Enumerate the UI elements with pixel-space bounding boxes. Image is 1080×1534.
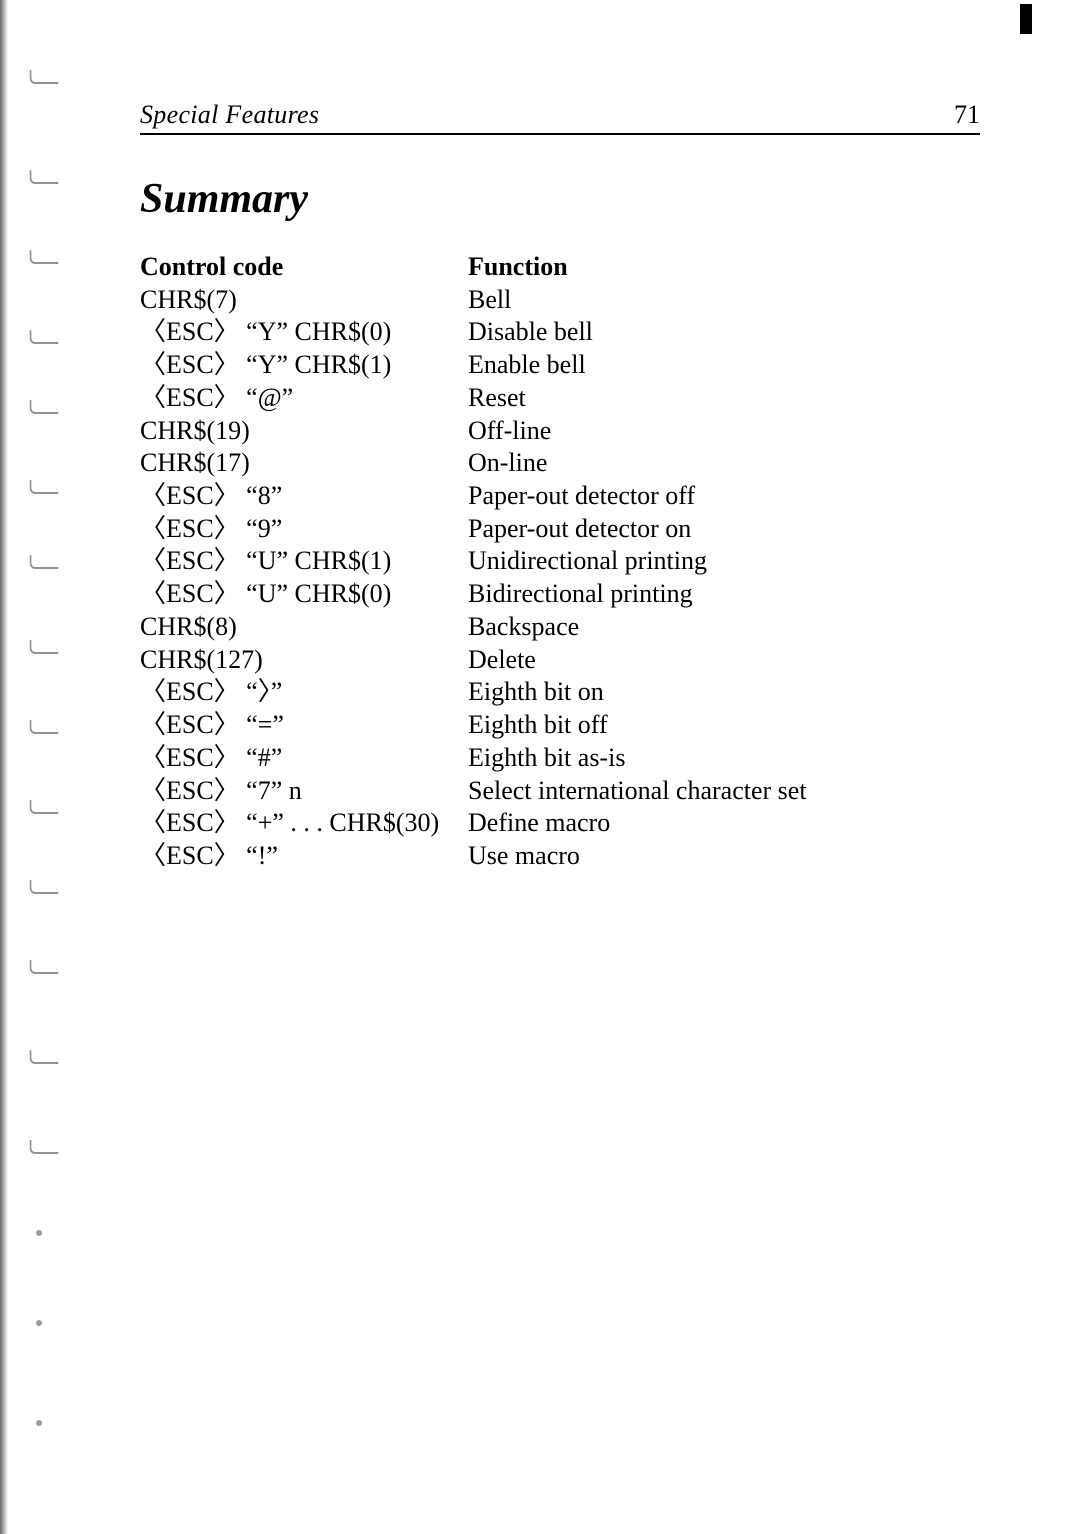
binding-mark: [30, 640, 59, 654]
binding-mark: [30, 250, 59, 264]
code-cell: 〈ESC〉 “!”: [140, 840, 450, 872]
scan-artifact-binding-edge: [0, 0, 8, 1534]
code-cell: CHR$(127): [140, 644, 450, 676]
code-cell: 〈ESC〉 “=”: [140, 709, 450, 741]
binding-mark: [30, 170, 59, 184]
scan-artifact-top-right: [1020, 4, 1032, 34]
binding-mark: [30, 400, 59, 414]
func-cell: Enable bell: [468, 349, 980, 381]
func-cell: Delete: [468, 644, 980, 676]
page: Special Features 71 Summary Control code…: [0, 0, 1080, 1534]
func-cell: Paper-out detector on: [468, 513, 980, 545]
func-cell: Bell: [468, 284, 980, 316]
code-cell: 〈ESC〉 “9”: [140, 513, 450, 545]
code-cell: CHR$(17): [140, 447, 450, 479]
code-cell: 〈ESC〉 “U” CHR$(0): [140, 578, 450, 610]
code-cell: 〈ESC〉 “Y” CHR$(1): [140, 349, 450, 381]
binding-mark: [30, 330, 59, 344]
code-cell: 〈ESC〉 “8”: [140, 480, 450, 512]
code-cell: CHR$(8): [140, 611, 450, 643]
header-section: Special Features: [140, 100, 319, 130]
binding-mark: [30, 800, 59, 814]
binding-mark: [30, 880, 59, 894]
summary-table: Control code Function CHR$(7) Bell 〈ESC〉…: [140, 251, 980, 872]
binding-mark: [30, 70, 59, 84]
code-cell: 〈ESC〉 “U” CHR$(1): [140, 545, 450, 577]
running-header: Special Features 71: [140, 100, 980, 135]
func-cell: Off-line: [468, 415, 980, 447]
scan-artifact-binding-marks: [6, 0, 66, 1534]
func-cell: Bidirectional printing: [468, 578, 980, 610]
func-cell: Unidirectional printing: [468, 545, 980, 577]
func-cell: Disable bell: [468, 316, 980, 348]
binding-mark: [30, 720, 59, 734]
func-cell: Eighth bit off: [468, 709, 980, 741]
col-header-code: Control code: [140, 251, 450, 283]
func-cell: Reset: [468, 382, 980, 414]
binding-mark: [36, 1320, 42, 1326]
code-cell: 〈ESC〉 “Y” CHR$(0): [140, 316, 450, 348]
binding-mark: [30, 960, 59, 974]
binding-mark: [30, 555, 59, 569]
code-cell: 〈ESC〉 “+” . . . CHR$(30): [140, 807, 450, 839]
binding-mark: [36, 1230, 42, 1236]
header-page-number: 71: [954, 100, 980, 130]
func-cell: Use macro: [468, 840, 980, 872]
func-cell: Define macro: [468, 807, 980, 839]
section-title: Summary: [140, 175, 980, 223]
code-cell: CHR$(19): [140, 415, 450, 447]
func-cell: Backspace: [468, 611, 980, 643]
code-cell: 〈ESC〉 “7” n: [140, 775, 450, 807]
func-cell: Select international character set: [468, 775, 980, 807]
col-header-func: Function: [468, 251, 980, 283]
code-cell: 〈ESC〉 “#”: [140, 742, 450, 774]
func-cell: On-line: [468, 447, 980, 479]
func-cell: Paper-out detector off: [468, 480, 980, 512]
func-cell: Eighth bit as-is: [468, 742, 980, 774]
binding-mark: [30, 1140, 59, 1154]
code-cell: CHR$(7): [140, 284, 450, 316]
binding-mark: [30, 1050, 59, 1064]
code-cell: 〈ESC〉 “〉”: [140, 676, 450, 708]
binding-mark: [36, 1420, 42, 1426]
func-cell: Eighth bit on: [468, 676, 980, 708]
binding-mark: [30, 480, 59, 494]
code-cell: 〈ESC〉 “@”: [140, 382, 450, 414]
